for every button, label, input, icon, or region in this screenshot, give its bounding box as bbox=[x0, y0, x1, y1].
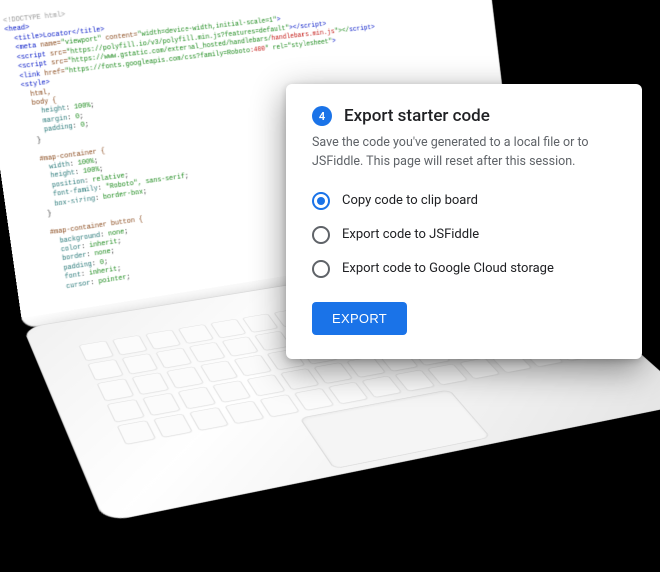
keyboard-key bbox=[97, 379, 135, 401]
keyboard-key bbox=[394, 369, 435, 391]
keyboard-key bbox=[234, 355, 272, 376]
keyboard-key bbox=[145, 330, 181, 350]
keyboard-key bbox=[200, 361, 238, 383]
keyboard-key bbox=[294, 388, 335, 411]
keyboard-key bbox=[212, 380, 251, 403]
keyboard-key bbox=[280, 368, 320, 390]
card-description: Save the code you've generated to a loca… bbox=[312, 134, 616, 172]
keyboard-key bbox=[142, 392, 181, 415]
card-header: 4 Export starter code bbox=[312, 106, 616, 126]
keyboard-key bbox=[155, 348, 192, 369]
keyboard-key bbox=[117, 420, 157, 445]
keyboard-key bbox=[361, 375, 402, 397]
keyboard-key bbox=[132, 372, 170, 394]
keyboard-key bbox=[122, 353, 159, 374]
radio-icon[interactable] bbox=[312, 260, 330, 278]
export-card: 4 Export starter code Save the code you'… bbox=[286, 84, 642, 359]
keyboard-key bbox=[177, 386, 216, 409]
step-badge: 4 bbox=[312, 106, 332, 126]
option-export-jsfiddle[interactable]: Export code to JSFiddle bbox=[312, 226, 616, 244]
export-button[interactable]: EXPORT bbox=[312, 302, 407, 335]
keyboard-key bbox=[246, 374, 285, 396]
option-label: Copy code to clip board bbox=[342, 193, 478, 208]
keyboard-key bbox=[224, 400, 264, 424]
keyboard-key bbox=[313, 362, 353, 384]
keyboard-key bbox=[222, 336, 259, 356]
keyboard-key bbox=[210, 319, 246, 338]
keyboard-key bbox=[78, 341, 114, 362]
keyboard-key bbox=[328, 382, 369, 405]
keyboard-key bbox=[153, 413, 193, 437]
stage: <!DOCTYPE html> <head> <title>Locator</t… bbox=[0, 0, 660, 572]
option-copy-clipboard[interactable]: Copy code to clip board bbox=[312, 192, 616, 210]
keyboard-key bbox=[242, 313, 279, 332]
radio-icon[interactable] bbox=[312, 226, 330, 244]
option-label: Export code to JSFiddle bbox=[342, 227, 479, 242]
card-title: Export starter code bbox=[344, 106, 490, 126]
keyboard-key bbox=[346, 356, 386, 377]
option-export-cloud-storage[interactable]: Export code to Google Cloud storage bbox=[312, 260, 616, 278]
keyboard-key bbox=[87, 359, 124, 380]
keyboard-key bbox=[166, 366, 204, 388]
radio-icon[interactable] bbox=[312, 192, 330, 210]
option-label: Export code to Google Cloud storage bbox=[342, 261, 554, 276]
keyboard-key bbox=[178, 324, 214, 344]
keyboard-key bbox=[189, 342, 226, 363]
keyboard-key bbox=[189, 407, 229, 431]
keyboard-key bbox=[112, 335, 148, 355]
keyboard-key bbox=[259, 394, 300, 417]
keyboard-key bbox=[106, 399, 145, 423]
